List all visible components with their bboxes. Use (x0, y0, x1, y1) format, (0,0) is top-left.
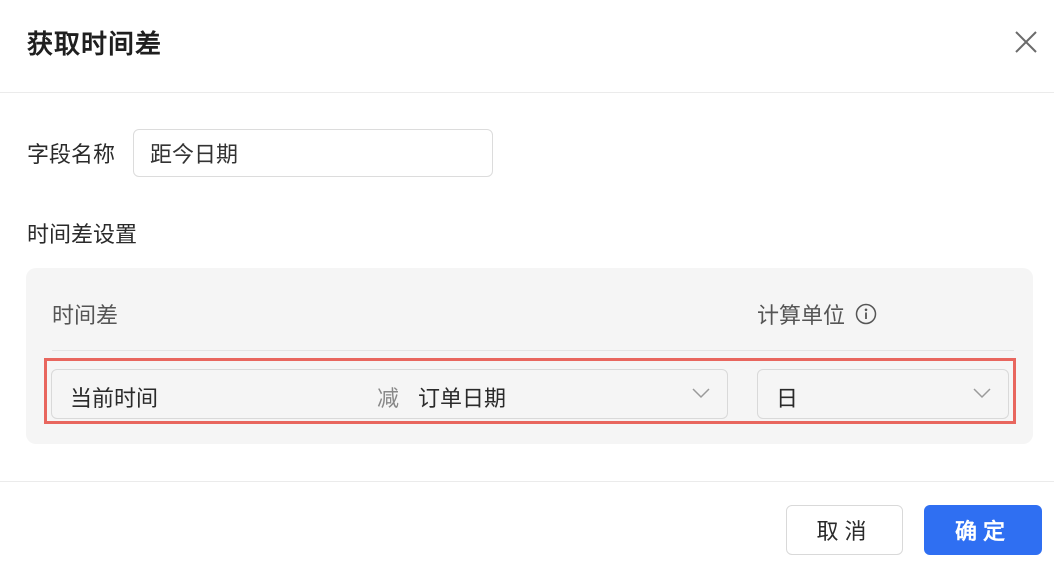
close-button[interactable] (1012, 28, 1040, 56)
unit-header-label: 计算单位 (757, 304, 846, 329)
field-name-label: 字段名称 (27, 143, 116, 168)
chevron-down-icon (973, 388, 991, 399)
diff-start-value: 当前时间 (70, 387, 159, 412)
close-icon (1015, 31, 1037, 53)
time-diff-select[interactable]: 当前时间 减 订单日期 (51, 369, 728, 419)
unit-value: 日 (776, 387, 799, 412)
dialog-footer: 取消 确定 (0, 481, 1054, 576)
unit-header: 计算单位 (757, 298, 877, 330)
cancel-button[interactable]: 取消 (786, 505, 903, 555)
dialog-title: 获取时间差 (27, 30, 163, 60)
get-time-difference-dialog: 获取时间差 字段名称 时间差设置 时间差 计算单位 (0, 0, 1054, 576)
diff-operator: 减 (377, 387, 400, 412)
diff-end-value: 订单日期 (418, 387, 507, 412)
info-icon[interactable] (855, 303, 877, 325)
chevron-down-icon (692, 388, 710, 399)
time-diff-header: 时间差 (52, 304, 119, 329)
field-name-row: 字段名称 (27, 129, 494, 177)
confirm-button[interactable]: 确定 (924, 505, 1042, 555)
time-diff-panel: 时间差 计算单位 当前时间 减 订单日期 日 (26, 268, 1033, 444)
time-diff-settings-title: 时间差设置 (27, 223, 138, 248)
dialog-header: 获取时间差 (0, 0, 1054, 93)
panel-divider (52, 350, 1014, 351)
unit-select[interactable]: 日 (757, 369, 1009, 419)
field-name-input[interactable] (133, 129, 494, 177)
